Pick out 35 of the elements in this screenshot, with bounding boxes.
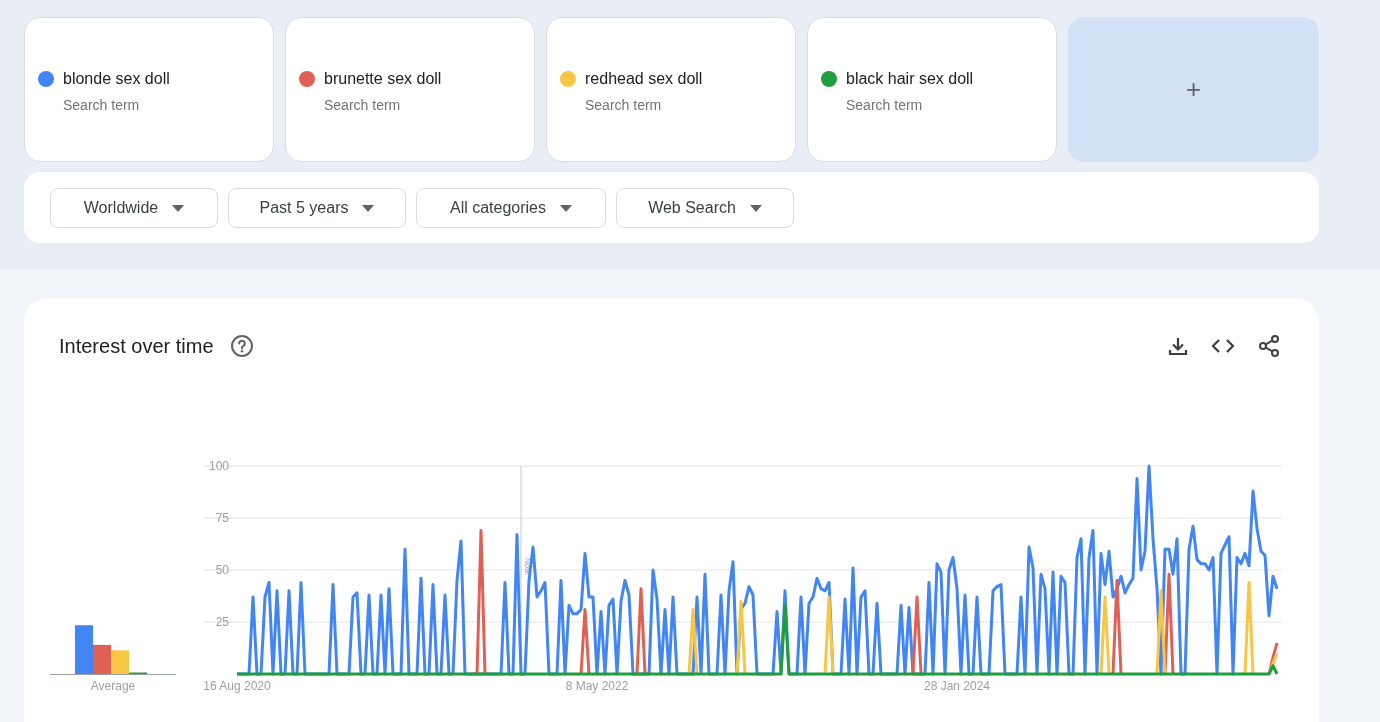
search-term-card[interactable]: redhead sex doll Search term	[546, 17, 796, 162]
search-term: blonde sex doll	[63, 70, 170, 88]
download-icon[interactable]	[1167, 335, 1189, 357]
caret-icon	[560, 204, 572, 212]
card-title: Interest over time	[59, 334, 214, 358]
axis-label: 100	[208, 459, 229, 473]
search-term: brunette sex doll	[324, 70, 442, 88]
average-label: Average	[90, 679, 136, 693]
filter-dropdown[interactable]: Worldwide	[50, 188, 218, 228]
add-term-button[interactable]: +	[1068, 17, 1319, 162]
search-term-type: Search term	[324, 97, 402, 113]
search-term-type: Search term	[63, 97, 141, 113]
axis-label: 8 May 2022	[565, 679, 629, 693]
search-term-card[interactable]: blonde sex doll Search term	[24, 17, 274, 162]
search-term-card[interactable]: black hair sex doll Search term	[807, 17, 1057, 162]
caret-icon	[362, 204, 375, 212]
share-icon[interactable]	[1257, 334, 1281, 358]
filter-dropdown[interactable]: Web Search	[616, 188, 794, 228]
caret-icon	[172, 204, 185, 212]
search-term-type: Search term	[585, 97, 663, 113]
axis-label: 25	[215, 615, 229, 629]
caret-icon	[749, 204, 762, 212]
filter-dropdown[interactable]: Past 5 years	[228, 188, 406, 228]
axis-label: 28 Jan 2024	[923, 679, 991, 693]
search-term: redhead sex doll	[585, 70, 703, 88]
search-term-type: Search term	[846, 97, 924, 113]
note-label: Note	[523, 558, 532, 575]
help-icon[interactable]	[229, 334, 254, 358]
search-term: black hair sex doll	[846, 70, 974, 88]
axis-label: 75	[215, 511, 229, 525]
embed-code-icon[interactable]	[1211, 338, 1235, 354]
axis-label: 50	[215, 563, 229, 577]
search-term-card[interactable]: brunette sex doll Search term	[285, 17, 535, 162]
filter-dropdown[interactable]: All categories	[416, 188, 606, 228]
axis-label: 16 Aug 2020	[203, 679, 271, 693]
